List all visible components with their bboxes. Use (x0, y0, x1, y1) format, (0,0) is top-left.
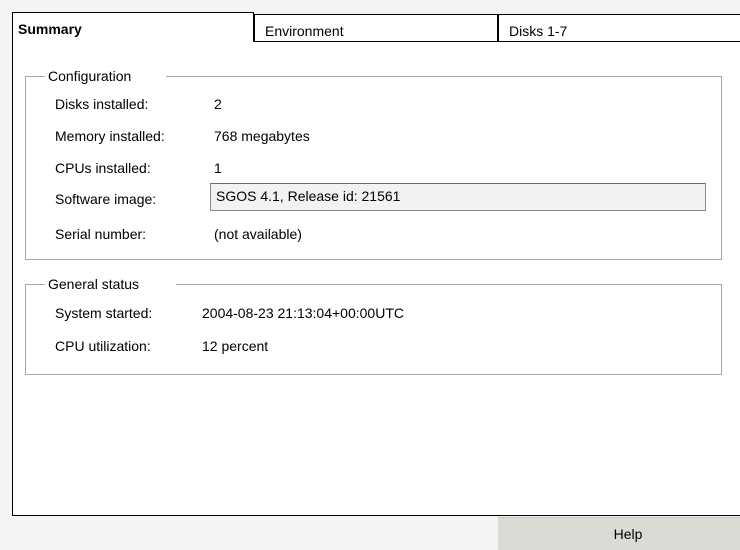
cpu-utilization-value: 12 percent (202, 338, 269, 354)
tab-disks[interactable]: Disks 1-7 (498, 14, 740, 42)
software-image-field[interactable]: SGOS 4.1, Release id: 21561 (210, 183, 706, 211)
configuration-legend: Configuration (45, 67, 137, 85)
disks-installed-label: Disks installed: (55, 96, 149, 112)
disks-installed-value: 2 (214, 96, 222, 112)
cpus-installed-label: CPUs installed: (55, 160, 151, 176)
help-button[interactable]: Help (498, 517, 740, 550)
memory-installed-value: 768 megabytes (214, 128, 310, 144)
tab-environment[interactable]: Environment (254, 14, 498, 42)
cpus-installed-value: 1 (214, 160, 222, 176)
general-status-group: General status (25, 275, 722, 375)
serial-number-label: Serial number: (55, 226, 147, 242)
general-status-legend: General status (45, 275, 145, 293)
serial-number-value: (not available) (214, 226, 302, 242)
tab-summary[interactable]: Summary (12, 12, 254, 42)
memory-installed-label: Memory installed: (55, 128, 165, 144)
system-started-value: 2004-08-23 21:13:04+00:00UTC (202, 305, 404, 321)
system-started-label: System started: (55, 305, 153, 321)
cpu-utilization-label: CPU utilization: (55, 338, 151, 354)
software-image-label: Software image: (55, 191, 157, 207)
